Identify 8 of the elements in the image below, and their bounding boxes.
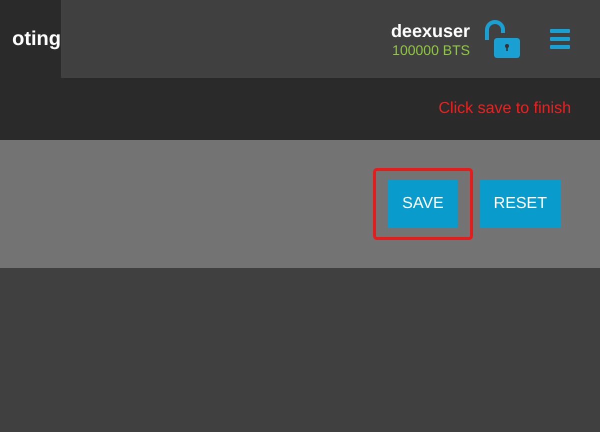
- account-balance: 100000 BTS: [392, 42, 470, 58]
- notice-text: Click save to finish: [438, 100, 571, 118]
- action-button[interactable]: SAVE: [388, 180, 458, 228]
- menu-icon[interactable]: [550, 28, 570, 50]
- unlocked-padlock-icon[interactable]: [482, 20, 520, 58]
- nav-tab[interactable]: oting: [0, 0, 61, 78]
- account-name: deexuser: [390, 20, 470, 42]
- action-button[interactable]: RESET: [480, 180, 561, 228]
